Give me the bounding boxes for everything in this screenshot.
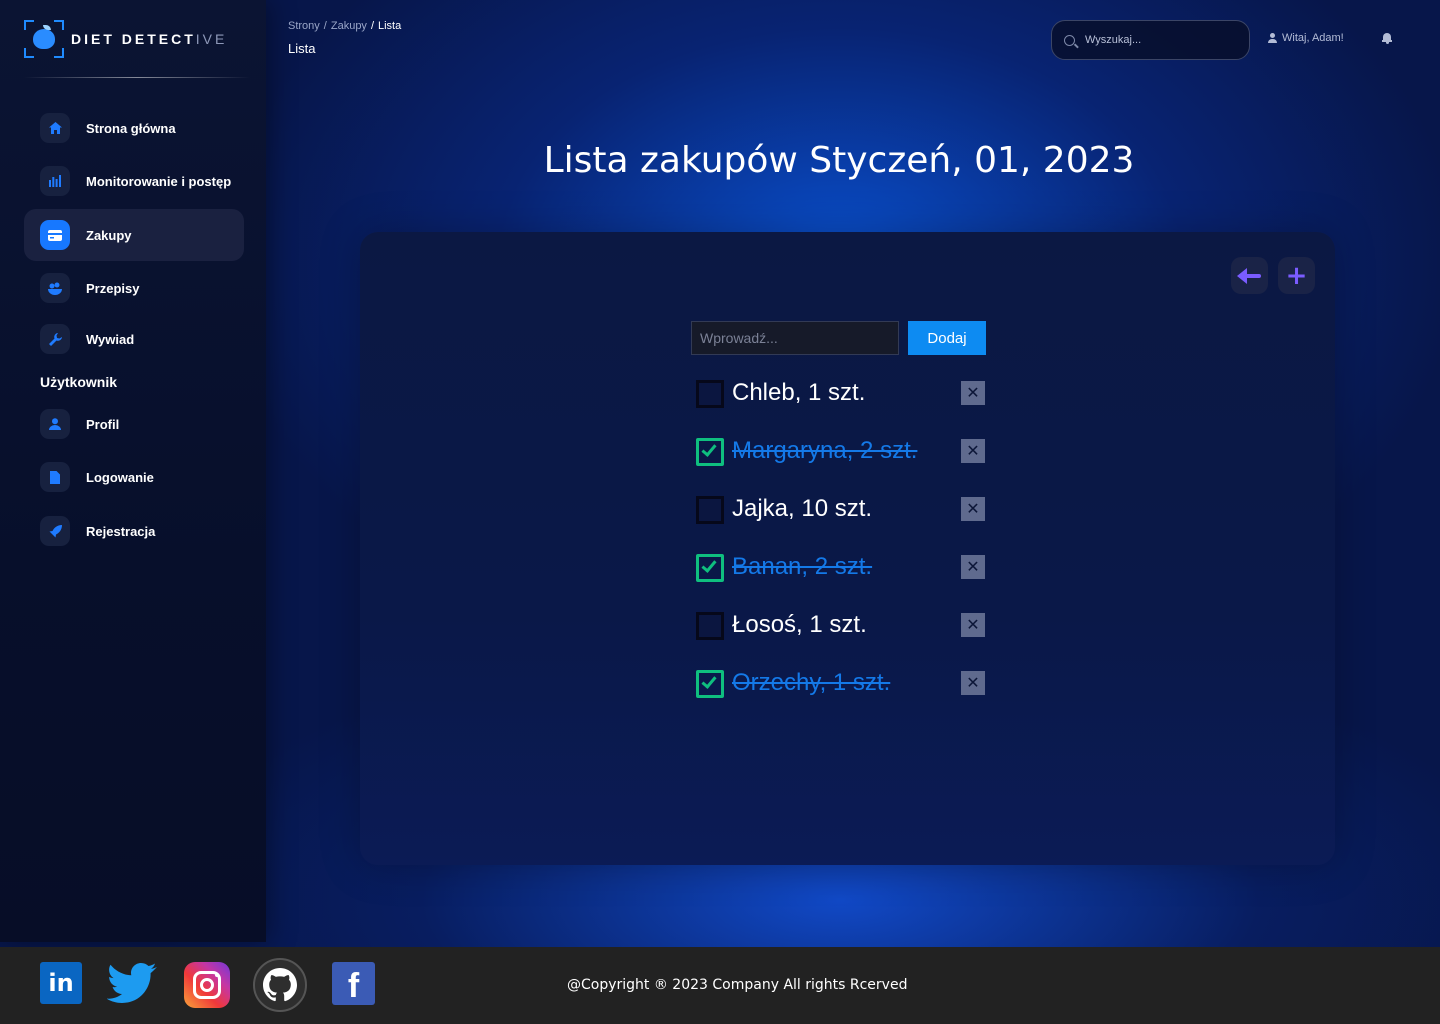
sidebar-item-label: Strona główna bbox=[86, 120, 176, 136]
sidebar-item-interview[interactable]: Wywiad bbox=[24, 313, 244, 365]
list-item: Orzechy, 1 szt. ✕ bbox=[696, 665, 986, 701]
recipes-icon bbox=[40, 273, 70, 303]
facebook-icon[interactable]: f bbox=[332, 962, 375, 1005]
breadcrumb-item[interactable]: Zakupy bbox=[331, 20, 367, 32]
item-text: Margaryna, 2 szt. bbox=[732, 437, 918, 464]
page-title: Lista zakupów Styczeń, 01, 2023 bbox=[543, 140, 1135, 181]
list-item: Margaryna, 2 szt. ✕ bbox=[696, 433, 986, 469]
item-text: Banan, 2 szt. bbox=[732, 553, 873, 580]
check-icon bbox=[701, 673, 717, 689]
page-name: Lista bbox=[288, 41, 316, 56]
user-icon bbox=[1268, 33, 1277, 43]
sidebar-item-label: Rejestracja bbox=[86, 523, 156, 539]
item-input[interactable] bbox=[691, 321, 899, 355]
item-checkbox[interactable] bbox=[696, 554, 724, 582]
sidebar-item-label: Zakupy bbox=[86, 227, 132, 243]
linkedin-icon[interactable]: in bbox=[40, 962, 82, 1004]
sidebar-item-login[interactable]: Logowanie bbox=[24, 451, 244, 503]
item-checkbox[interactable] bbox=[696, 670, 724, 698]
breadcrumb-item[interactable]: Strony bbox=[288, 20, 320, 32]
add-item-button[interactable]: Dodaj bbox=[908, 321, 986, 355]
twitter-icon[interactable] bbox=[106, 962, 157, 1004]
list-item: Jajka, 10 szt. ✕ bbox=[696, 491, 986, 527]
person-icon bbox=[40, 409, 70, 439]
back-button[interactable] bbox=[1231, 257, 1268, 294]
search-icon bbox=[1064, 34, 1075, 46]
sidebar-item-label: Wywiad bbox=[86, 331, 135, 347]
delete-button[interactable]: ✕ bbox=[961, 671, 985, 695]
footer: in f @Copyright ® 2023 Company All right… bbox=[0, 947, 1440, 1024]
item-checkbox[interactable] bbox=[696, 380, 724, 408]
item-checkbox[interactable] bbox=[696, 438, 724, 466]
check-icon bbox=[701, 441, 717, 457]
sidebar-item-label: Profil bbox=[86, 416, 120, 432]
add-list-button[interactable]: + bbox=[1278, 257, 1315, 294]
apple-logo-icon bbox=[24, 20, 64, 58]
home-icon bbox=[40, 113, 70, 143]
delete-button[interactable]: ✕ bbox=[961, 381, 985, 405]
plus-icon: + bbox=[1285, 260, 1308, 291]
sidebar-item-shopping[interactable]: Zakupy bbox=[24, 209, 244, 261]
delete-button[interactable]: ✕ bbox=[961, 439, 985, 463]
sidebar-item-profile[interactable]: Profil bbox=[24, 398, 244, 450]
delete-button[interactable]: ✕ bbox=[961, 497, 985, 521]
copyright-text: @Copyright ® 2023 Company All rights Rce… bbox=[567, 977, 908, 993]
bell-icon[interactable] bbox=[1382, 33, 1392, 44]
delete-button[interactable]: ✕ bbox=[961, 555, 985, 579]
github-icon[interactable] bbox=[253, 958, 307, 1012]
wrench-icon bbox=[40, 324, 70, 354]
item-checkbox[interactable] bbox=[696, 612, 724, 640]
breadcrumb: Strony / Zakupy / Lista bbox=[288, 20, 402, 32]
item-text: Łosoś, 1 szt. bbox=[732, 611, 867, 638]
user-menu[interactable]: Witaj, Adam! bbox=[1268, 32, 1344, 44]
list-item: Chleb, 1 szt. ✕ bbox=[696, 375, 986, 411]
item-text: Orzechy, 1 szt. bbox=[732, 669, 891, 696]
shopping-list-card: + Dodaj Chleb, 1 szt. ✕ Margaryna, 2 szt… bbox=[360, 232, 1335, 865]
list-item: Banan, 2 szt. ✕ bbox=[696, 549, 986, 585]
sidebar-item-register[interactable]: Rejestracja bbox=[24, 505, 244, 557]
arrow-left-icon bbox=[1236, 267, 1261, 284]
search-box[interactable] bbox=[1051, 20, 1250, 60]
sidebar-item-label: Przepisy bbox=[86, 280, 140, 296]
document-icon bbox=[40, 462, 70, 492]
brand[interactable]: DIET DETECTIVE bbox=[24, 20, 227, 58]
sidebar-item-label: Logowanie bbox=[86, 469, 154, 485]
instagram-icon[interactable] bbox=[184, 962, 230, 1008]
breadcrumb-current: Lista bbox=[378, 20, 402, 32]
list-item: Łosoś, 1 szt. ✕ bbox=[696, 607, 986, 643]
item-text: Chleb, 1 szt. bbox=[732, 379, 866, 406]
divider bbox=[24, 77, 250, 78]
brand-name: DIET DETECTIVE bbox=[71, 31, 228, 47]
delete-button[interactable]: ✕ bbox=[961, 613, 985, 637]
search-input[interactable] bbox=[1085, 34, 1235, 46]
sidebar-item-recipes[interactable]: Przepisy bbox=[24, 262, 244, 314]
check-icon bbox=[701, 557, 717, 573]
rocket-icon bbox=[40, 516, 70, 546]
item-text: Jajka, 10 szt. bbox=[732, 495, 873, 522]
section-heading-user: Użytkownik bbox=[40, 374, 118, 390]
item-checkbox[interactable] bbox=[696, 496, 724, 524]
credit-card-icon bbox=[40, 220, 70, 250]
user-greeting: Witaj, Adam! bbox=[1282, 32, 1344, 44]
